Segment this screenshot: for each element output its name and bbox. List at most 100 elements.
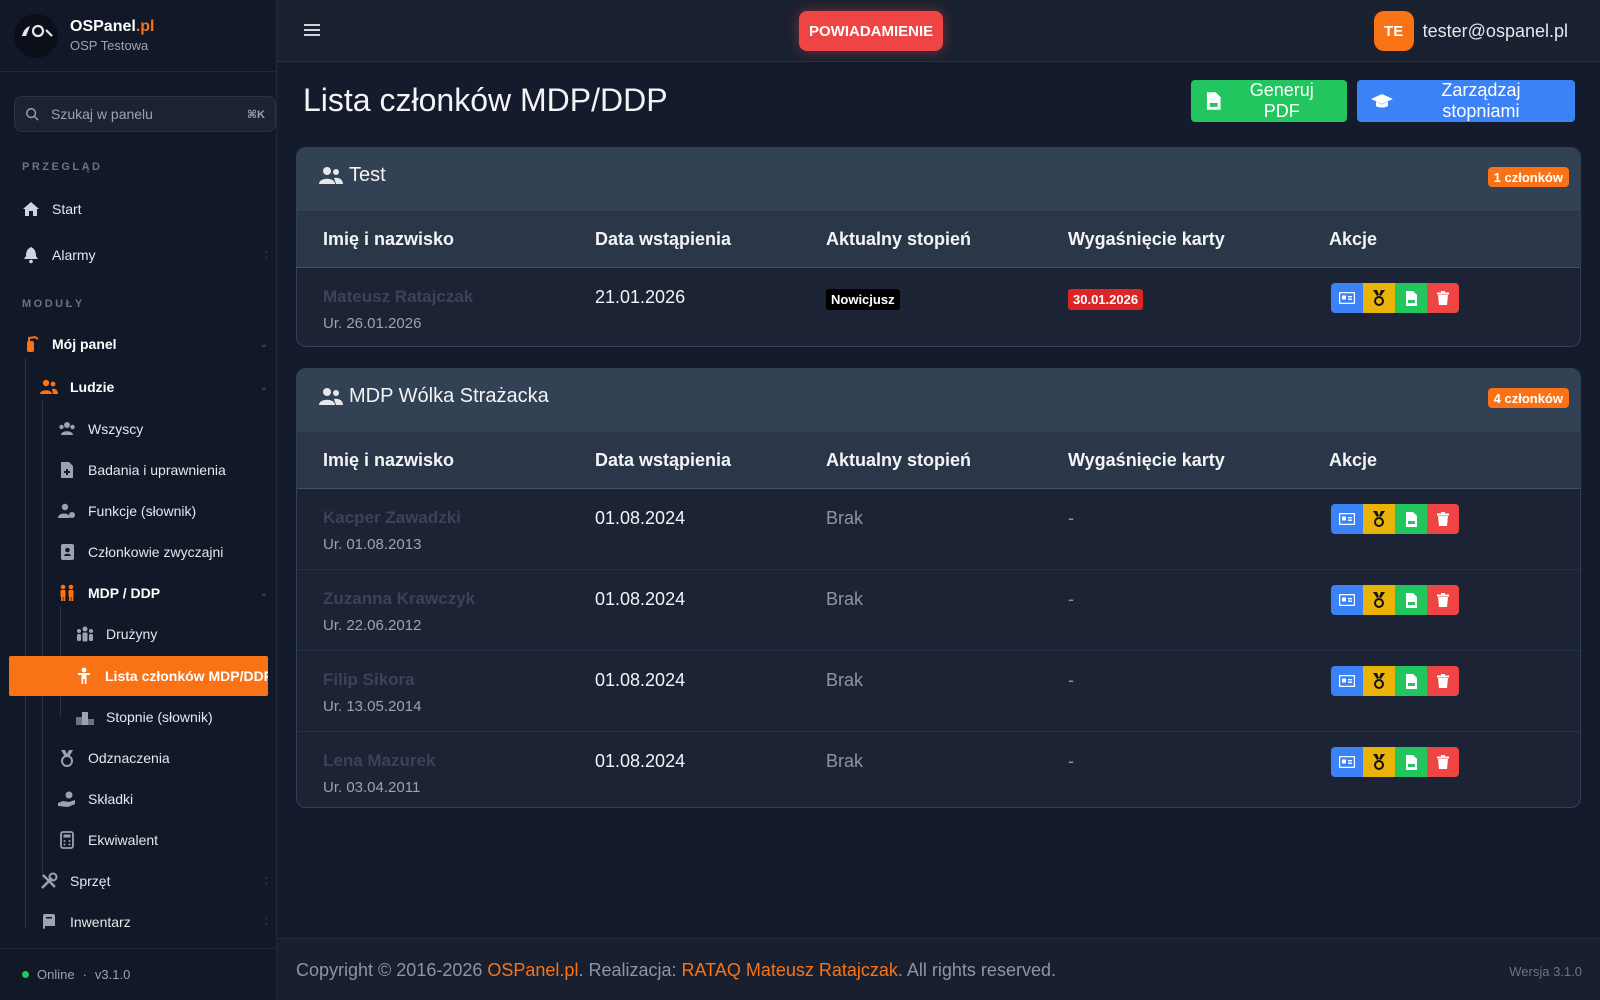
member-name[interactable]: Zuzanna Krawczyk — [323, 589, 475, 609]
sidebar-item-druzyny[interactable]: Drużyny — [76, 614, 272, 654]
sidebar-item-badania[interactable]: Badania i uprawnienia — [58, 450, 272, 490]
delete-button[interactable] — [1427, 504, 1459, 534]
member-expiry: - — [1068, 751, 1074, 771]
id-card-icon — [1339, 756, 1355, 768]
manage-ranks-button[interactable]: Zarządzaj stopniami — [1357, 80, 1575, 122]
medal-button[interactable] — [1363, 747, 1395, 777]
medal-button[interactable] — [1363, 585, 1395, 615]
table-header: Imię i nazwisko Data wstąpienia Aktualny… — [297, 212, 1580, 268]
chevron-right-icon: ⁚ — [264, 875, 268, 887]
footer-version: Wersja 3.1.0 — [1509, 964, 1582, 979]
member-dob: Ur. 22.06.2012 — [323, 617, 422, 634]
member-name[interactable]: Lena Mazurek — [323, 751, 435, 771]
hamburger-menu-icon[interactable] — [302, 20, 322, 40]
col-expiry: Wygaśnięcie karty — [1068, 450, 1225, 470]
fire-extinguisher-icon — [22, 335, 40, 353]
member-dob: Ur. 26.01.2026 — [323, 315, 422, 332]
podium-icon — [76, 708, 94, 726]
sidebar-item-mdp[interactable]: MDP / DDP ⌄ — [58, 573, 272, 613]
sidebar-item-odznaczenia[interactable]: Odznaczenia — [58, 738, 272, 778]
trash-icon — [1437, 674, 1449, 688]
author-link[interactable]: RATAQ Mateusz Ratajczak — [682, 960, 898, 980]
sidebar-item-ludzie[interactable]: Ludzie ⌄ — [40, 367, 272, 407]
member-joined: 01.08.2024 — [595, 751, 686, 771]
user-menu[interactable]: TE tester@ospanel.pl — [1373, 11, 1568, 51]
table-row: Mateusz Ratajczak Ur. 26.01.2026 21.01.2… — [297, 268, 1580, 346]
member-name[interactable]: Kacper Zawadzki — [323, 508, 461, 528]
pdf-button[interactable] — [1395, 585, 1427, 615]
member-dob: Ur. 03.04.2011 — [323, 779, 421, 796]
trash-icon — [1437, 755, 1449, 769]
member-joined: 01.08.2024 — [595, 670, 686, 690]
sidebar-item-funkcje[interactable]: Funkcje (słownik) — [58, 491, 272, 531]
delete-button[interactable] — [1427, 747, 1459, 777]
medal-button[interactable] — [1363, 283, 1395, 313]
pdf-button[interactable] — [1395, 504, 1427, 534]
child-icon — [75, 667, 93, 685]
id-card-icon — [1339, 513, 1355, 525]
table-row: Filip Sikora Ur. 13.05.2014 01.08.2024 B… — [297, 651, 1580, 732]
generate-pdf-button[interactable]: Generuj PDF — [1191, 80, 1347, 122]
id-card-button[interactable] — [1331, 747, 1363, 777]
file-pdf-icon — [1206, 92, 1221, 110]
col-actions: Akcje — [1329, 229, 1378, 249]
sidebar-item-ekwiwalent[interactable]: Ekwiwalent — [58, 820, 272, 860]
row-actions — [1331, 504, 1459, 534]
rank-badge: Nowicjusz — [826, 289, 900, 310]
delete-button[interactable] — [1427, 666, 1459, 696]
notification-button[interactable]: POWIADAMIENIE — [799, 11, 944, 51]
delete-button[interactable] — [1427, 585, 1459, 615]
member-count-badge: 1 członków — [1487, 167, 1569, 187]
table-row: Lena Mazurek Ur. 03.04.2011 01.08.2024 B… — [297, 732, 1580, 807]
medical-file-icon — [58, 461, 76, 479]
table-header: Imię i nazwisko Data wstąpienia Aktualny… — [297, 433, 1580, 489]
id-card-button[interactable] — [1331, 585, 1363, 615]
medal-icon — [1373, 592, 1385, 608]
member-rank: Brak — [826, 589, 864, 609]
sidebar-item-start[interactable]: Start — [22, 189, 272, 229]
status-text: Online — [37, 967, 75, 982]
brand-link[interactable]: OSPanel.pl — [487, 960, 578, 980]
sidebar-item-sprzet[interactable]: Sprzęt ⁚ — [40, 861, 272, 901]
sidebar-item-inwentarz[interactable]: Inwentarz ⁚ — [40, 902, 272, 942]
home-icon — [22, 200, 40, 218]
pdf-button[interactable] — [1395, 747, 1427, 777]
sidebar-item-stopnie[interactable]: Stopnie (słownik) — [76, 697, 272, 737]
col-rank: Aktualny stopień — [826, 229, 972, 249]
sidebar-item-moj-panel[interactable]: Mój panel ⌄ — [22, 324, 272, 364]
group-title: MDP Wólka Strażacka — [349, 385, 549, 407]
member-dob: Ur. 01.08.2013 — [323, 536, 422, 553]
page-footer: Copyright © 2016-2026 OSPanel.pl. Realiz… — [277, 938, 1600, 1000]
member-dob: Ur. 13.05.2014 — [323, 698, 422, 715]
member-joined: 01.08.2024 — [595, 589, 686, 609]
group-header: Test 1 członków — [297, 148, 1580, 212]
people-group-icon — [76, 625, 94, 643]
file-pdf-icon — [1406, 754, 1417, 770]
search-box[interactable]: ⌘K — [14, 96, 276, 132]
sidebar-item-skladki[interactable]: Składki — [58, 779, 272, 819]
member-name[interactable]: Filip Sikora — [323, 670, 415, 690]
member-name[interactable]: Mateusz Ratajczak — [323, 287, 473, 307]
tree-line — [42, 400, 43, 880]
id-card-button[interactable] — [1331, 283, 1363, 313]
delete-button[interactable] — [1427, 283, 1459, 313]
sidebar-item-alarmy[interactable]: Alarmy ⁚ — [22, 235, 272, 275]
section-modules: MODUŁY — [22, 298, 85, 310]
sidebar-item-lista[interactable]: Lista członków MDP/DDP — [9, 656, 268, 696]
chevron-down-icon: ⌄ — [259, 338, 268, 350]
medal-button[interactable] — [1363, 666, 1395, 696]
search-input[interactable] — [51, 106, 231, 122]
pdf-button[interactable] — [1395, 283, 1427, 313]
brand[interactable]: OSPanel.pl OSP Testowa — [0, 0, 276, 72]
member-expiry: - — [1068, 589, 1074, 609]
sidebar-item-wszyscy[interactable]: Wszyscy — [58, 409, 272, 449]
pdf-button[interactable] — [1395, 666, 1427, 696]
id-card-button[interactable] — [1331, 504, 1363, 534]
medal-button[interactable] — [1363, 504, 1395, 534]
users-icon — [319, 387, 343, 405]
file-pdf-icon — [1406, 673, 1417, 689]
sidebar-item-czlonkowie[interactable]: Członkowie zwyczajni — [58, 532, 272, 572]
main-content: Lista członków MDP/DDP Generuj PDF Zarzą… — [277, 62, 1600, 938]
id-card-button[interactable] — [1331, 666, 1363, 696]
book-icon — [40, 913, 58, 931]
